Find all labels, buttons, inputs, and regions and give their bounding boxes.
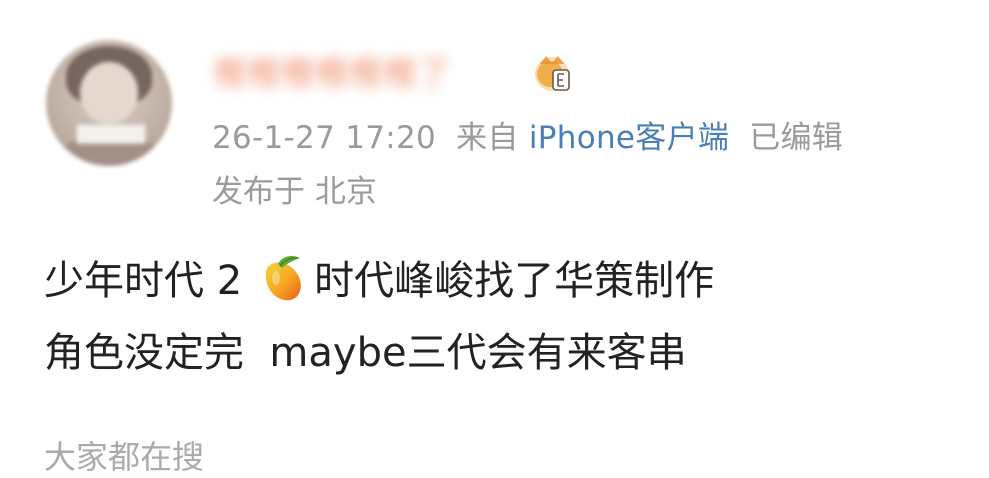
weibo-post: 橙橙橙橙橙橙了 26-1-27 17:20 来自 iPhone客户端 已编辑 发布于… xyxy=(0,0,989,476)
user-avatar[interactable] xyxy=(46,40,172,166)
avatar-paper xyxy=(76,124,146,144)
avatar-face xyxy=(80,62,138,124)
username[interactable]: 橙橙橙橙橙橙了 xyxy=(214,46,452,96)
content-line-1-end: 时代峰峻找了华策制作 xyxy=(314,258,715,304)
trending-search-label[interactable]: 大家都在搜 xyxy=(44,432,204,478)
post-location: 发布于 北京 xyxy=(212,174,377,210)
source-prefix: 来自 xyxy=(456,120,519,156)
post-timestamp: 26-1-27 17:20 xyxy=(212,120,437,156)
content-line-2: 角色没定完 maybe三代会有来客串 xyxy=(44,330,687,376)
vip-badge-icon[interactable] xyxy=(530,50,576,96)
content-line-1: 少年时代 2 时代峰峻找了华策制作 xyxy=(44,245,964,317)
source-client-link[interactable]: iPhone客户端 xyxy=(529,120,729,156)
username-text: 橙橙橙橙橙橙了 xyxy=(214,54,453,92)
post-meta: 26-1-27 17:20 来自 iPhone客户端 已编辑 xyxy=(212,112,843,157)
post-content: 少年时代 2 时代峰峻找了华策制作 角色没定完 maybe三代会有来客串 xyxy=(44,245,964,389)
mango-icon xyxy=(265,256,301,301)
content-line-1-start: 少年时代 2 xyxy=(44,258,243,304)
edited-label[interactable]: 已编辑 xyxy=(749,120,843,156)
